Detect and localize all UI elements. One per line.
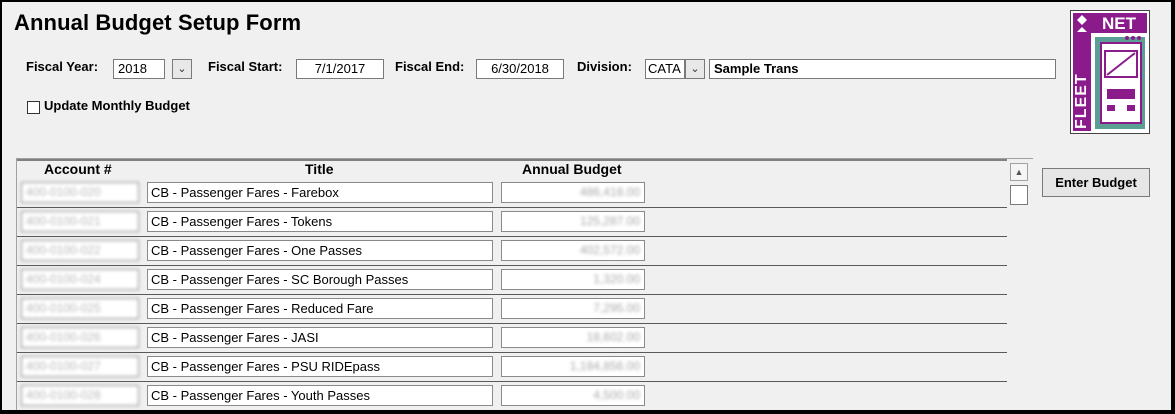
account-field[interactable]: 400-0100-028 <box>21 385 139 406</box>
fiscal-year-select[interactable]: 2018 <box>113 59 165 79</box>
table-row: 400-0100-021 CB - Passenger Fares - Toke… <box>17 208 1007 237</box>
account-field[interactable]: 400-0100-020 <box>21 182 139 203</box>
column-header-annual-budget: Annual Budget <box>522 161 622 177</box>
title-field[interactable]: CB - Passenger Fares - One Passes <box>147 240 493 261</box>
title-field[interactable]: CB - Passenger Fares - JASI <box>147 327 493 348</box>
page-title: Annual Budget Setup Form <box>14 10 302 35</box>
table-row: 400-0100-028 CB - Passenger Fares - Yout… <box>17 382 1007 410</box>
division-name-field[interactable]: Sample Trans <box>709 59 1056 79</box>
budget-grid: Account # Title Annual Budget 400-0100-0… <box>16 158 1033 410</box>
fiscal-year-label: Fiscal Year: <box>26 59 99 74</box>
division-dropdown-button[interactable]: ⌄ <box>685 59 705 79</box>
annual-budget-value: 7,295.00 <box>593 301 640 315</box>
account-field[interactable]: 400-0100-022 <box>21 240 139 261</box>
table-row: 400-0100-020 CB - Passenger Fares - Fare… <box>17 179 1007 208</box>
title-field[interactable]: CB - Passenger Fares - Reduced Fare <box>147 298 493 319</box>
enter-budget-button[interactable]: Enter Budget <box>1042 168 1150 197</box>
annual-budget-field[interactable]: 402,572.00 <box>501 240 645 261</box>
division-label: Division: <box>577 59 632 74</box>
annual-budget-value: 1,184,856.00 <box>569 359 640 373</box>
account-field[interactable]: 400-0100-027 <box>21 356 139 377</box>
chevron-down-icon: ⌄ <box>690 63 700 75</box>
fiscal-end-field[interactable]: 6/30/2018 <box>476 59 564 79</box>
annual-budget-value: 125,287.00 <box>579 214 640 228</box>
title-field[interactable]: CB - Passenger Fares - PSU RIDEpass <box>147 356 493 377</box>
account-field[interactable]: 400-0100-024 <box>21 269 139 290</box>
annual-budget-field[interactable]: 1,320.00 <box>501 269 645 290</box>
account-field[interactable]: 400-0100-021 <box>21 211 139 232</box>
title-field[interactable]: CB - Passenger Fares - SC Borough Passes <box>147 269 493 290</box>
annual-budget-field[interactable]: 18,602.00 <box>501 327 645 348</box>
annual-budget-field[interactable]: 486,418.00 <box>501 182 645 203</box>
grid-scrollbar[interactable]: ▲ <box>1010 163 1030 410</box>
table-row: 400-0100-024 CB - Passenger Fares - SC B… <box>17 266 1007 295</box>
annual-budget-field[interactable]: 125,287.00 <box>501 211 645 232</box>
scroll-up-button[interactable]: ▲ <box>1010 163 1028 181</box>
table-row: 400-0100-027 CB - Passenger Fares - PSU … <box>17 353 1007 382</box>
update-monthly-label[interactable]: Update Monthly Budget <box>44 98 190 113</box>
column-header-title: Title <box>305 161 334 177</box>
division-select[interactable]: CATA <box>645 59 685 79</box>
annual-budget-value: 486,418.00 <box>579 185 640 199</box>
table-row: 400-0100-026 CB - Passenger Fares - JASI… <box>17 324 1007 353</box>
table-row: 400-0100-025 CB - Passenger Fares - Redu… <box>17 295 1007 324</box>
title-field[interactable]: CB - Passenger Fares - Tokens <box>147 211 493 232</box>
fleetnet-logo: NET FLEET <box>1070 10 1150 134</box>
annual-budget-value: 18,602.00 <box>586 330 640 344</box>
annual-budget-value: 4,500.00 <box>593 388 640 402</box>
fiscal-end-label: Fiscal End: <box>395 59 465 74</box>
chevron-up-icon: ▲ <box>1014 167 1024 177</box>
scroll-thumb[interactable] <box>1010 185 1028 205</box>
fiscal-start-field[interactable]: 7/1/2017 <box>296 59 384 79</box>
svg-text:FLEET: FLEET <box>1073 73 1090 129</box>
grid-header-divider <box>17 159 1007 161</box>
title-field[interactable]: CB - Passenger Fares - Youth Passes <box>147 385 493 406</box>
budget-setup-window: Annual Budget Setup Form Fiscal Year: 20… <box>2 2 1171 410</box>
fiscal-year-dropdown-button[interactable]: ⌄ <box>172 59 192 79</box>
annual-budget-value: 1,320.00 <box>593 272 640 286</box>
table-row: 400-0100-022 CB - Passenger Fares - One … <box>17 237 1007 266</box>
annual-budget-field[interactable]: 7,295.00 <box>501 298 645 319</box>
svg-text:NET: NET <box>1102 14 1137 33</box>
column-header-account: Account # <box>44 161 112 177</box>
title-field[interactable]: CB - Passenger Fares - Farebox <box>147 182 493 203</box>
update-monthly-checkbox[interactable] <box>27 101 40 114</box>
account-field[interactable]: 400-0100-026 <box>21 327 139 348</box>
chevron-down-icon: ⌄ <box>177 63 187 75</box>
annual-budget-field[interactable]: 4,500.00 <box>501 385 645 406</box>
fiscal-start-label: Fiscal Start: <box>208 59 283 74</box>
annual-budget-field[interactable]: 1,184,856.00 <box>501 356 645 377</box>
account-field[interactable]: 400-0100-025 <box>21 298 139 319</box>
annual-budget-value: 402,572.00 <box>579 243 640 257</box>
fleetnet-logo-graphic: NET FLEET <box>1071 11 1149 133</box>
